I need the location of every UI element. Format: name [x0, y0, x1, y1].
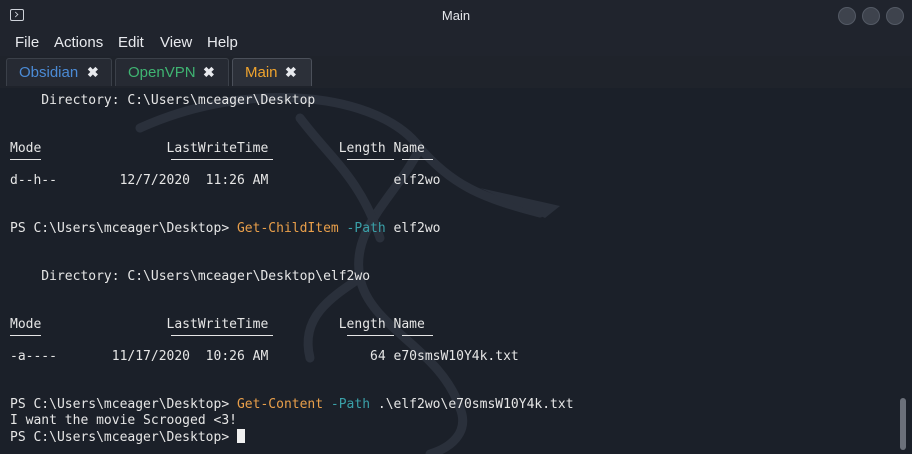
maximize-button[interactable] — [862, 7, 880, 25]
menu-view[interactable]: View — [160, 34, 192, 51]
vertical-scrollbar[interactable] — [900, 398, 906, 450]
title-bar: Main — [0, 0, 912, 32]
table-row: -a---- 11/17/2020 10:26 AM 64 e70smsW10Y… — [10, 349, 519, 364]
header-underline — [10, 335, 41, 336]
menu-help[interactable]: Help — [207, 34, 238, 51]
menu-edit[interactable]: Edit — [118, 34, 144, 51]
tab-obsidian[interactable]: Obsidian ✖ — [6, 58, 112, 86]
header-underline — [402, 335, 433, 336]
header-underline — [402, 159, 433, 160]
directory-line: Directory: C:\Users\mceager\Desktop — [10, 93, 316, 108]
table-row: d--h-- 12/7/2020 11:26 AM elf2wo — [10, 173, 441, 188]
header-underline — [10, 159, 41, 160]
close-tab-icon[interactable]: ✖ — [87, 64, 99, 81]
menu-file[interactable]: File — [15, 34, 39, 51]
prompt: PS C:\Users\mceager\Desktop> — [10, 430, 237, 445]
close-tab-icon[interactable]: ✖ — [285, 64, 297, 81]
header-underline — [347, 159, 394, 160]
minimize-button[interactable] — [838, 7, 856, 25]
command-argument: elf2wo — [385, 221, 441, 236]
table-header: Mode LastWriteTime Length Name — [10, 317, 425, 332]
command-line: PS C:\Users\mceager\Desktop> Get-Content… — [10, 397, 574, 412]
header-underline — [171, 159, 273, 160]
prompt: PS C:\Users\mceager\Desktop> — [10, 221, 237, 236]
text-cursor — [236, 429, 245, 443]
window-title: Main — [441, 8, 471, 23]
prompt: PS C:\Users\mceager\Desktop> — [10, 397, 237, 412]
command-name: Get-ChildItem — [236, 221, 339, 236]
tab-openvpn[interactable]: OpenVPN ✖ — [115, 58, 229, 86]
menu-bar: File Actions Edit View Help — [0, 32, 912, 56]
command-line: PS C:\Users\mceager\Desktop> Get-ChildIt… — [10, 221, 441, 236]
table-header: Mode LastWriteTime Length Name — [10, 141, 425, 156]
tab-label: OpenVPN — [128, 64, 196, 81]
close-tab-icon[interactable]: ✖ — [203, 64, 215, 81]
directory-line: Directory: C:\Users\mceager\Desktop\elf2… — [10, 269, 371, 284]
header-underline — [171, 335, 273, 336]
command-name: Get-Content — [236, 397, 324, 412]
active-prompt-line[interactable]: PS C:\Users\mceager\Desktop> — [10, 429, 245, 445]
close-window-button[interactable] — [886, 7, 904, 25]
tab-label: Main — [245, 64, 278, 81]
tab-main[interactable]: Main ✖ — [232, 58, 312, 86]
header-underline — [347, 335, 394, 336]
terminal-output[interactable]: Directory: C:\Users\mceager\Desktop Mode… — [0, 88, 912, 454]
terminal-window: Main File Actions Edit View Help Obsidia… — [0, 0, 912, 454]
menu-actions[interactable]: Actions — [54, 34, 103, 51]
tab-bar: Obsidian ✖ OpenVPN ✖ Main ✖ — [0, 56, 912, 88]
command-parameter: -Path — [338, 221, 386, 236]
tab-label: Obsidian — [19, 64, 79, 81]
command-parameter: -Path — [323, 397, 371, 412]
command-argument: .\elf2wo\e70smsW10Y4k.txt — [370, 397, 574, 412]
command-output: I want the movie Scrooged <3! — [10, 413, 237, 428]
